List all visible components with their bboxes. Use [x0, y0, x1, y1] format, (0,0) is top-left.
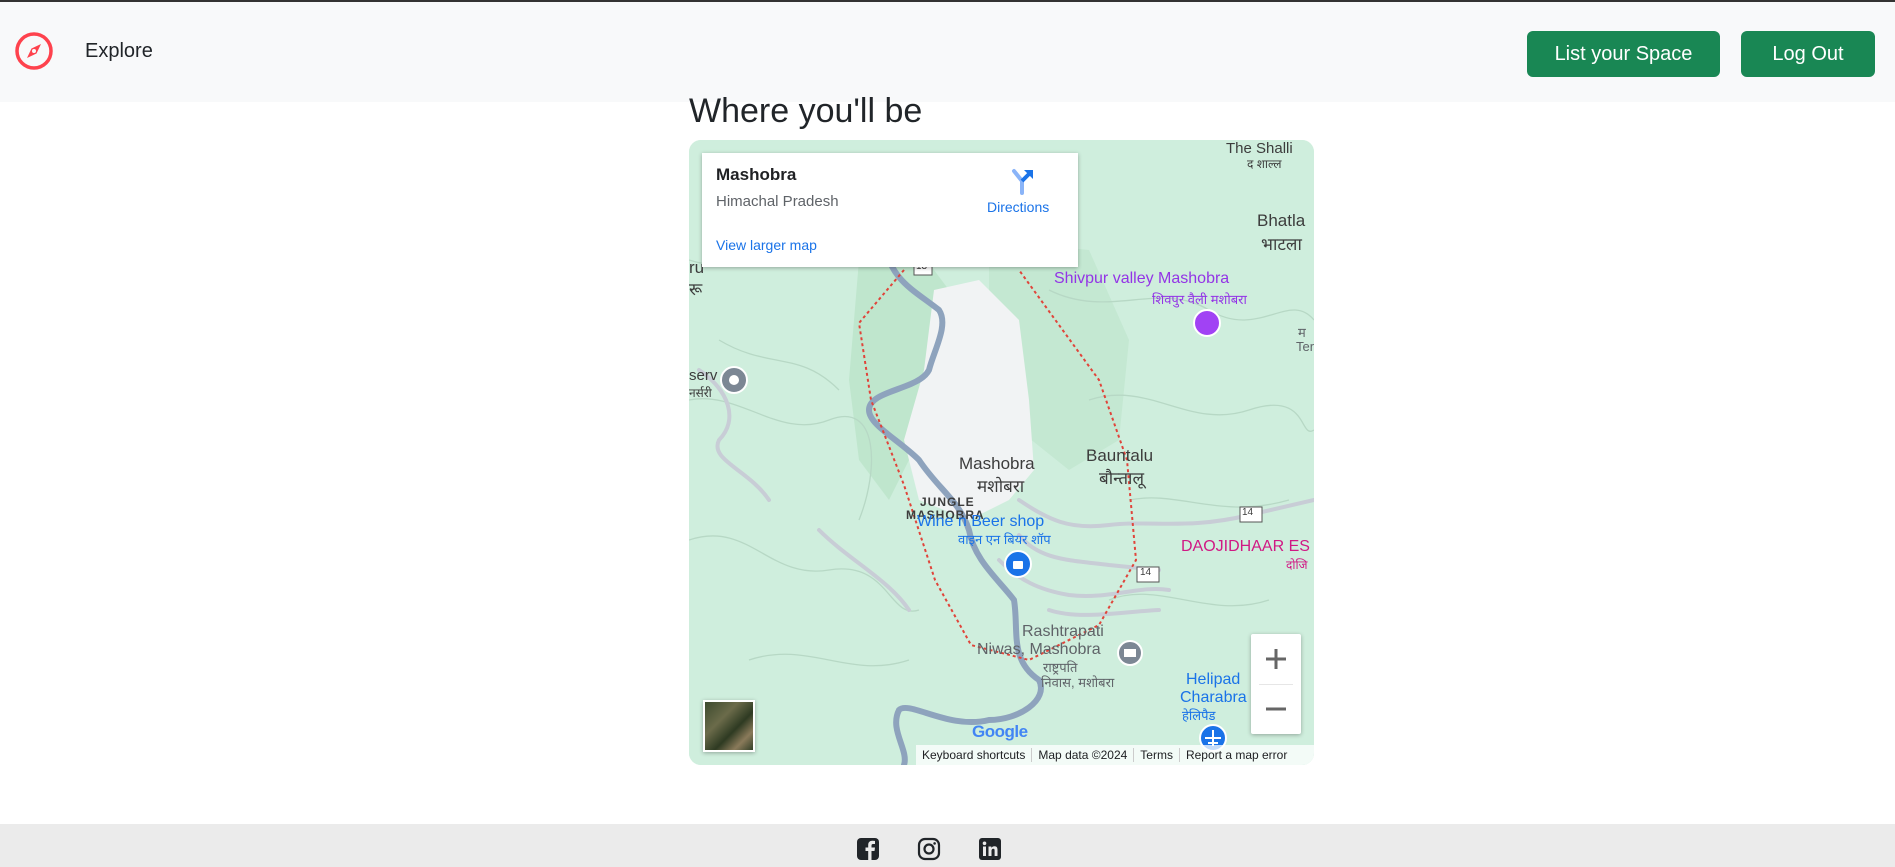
map-attribution-bar: Keyboard shortcuts Map data ©2024 Terms …	[916, 745, 1314, 765]
terms-link[interactable]: Terms	[1134, 748, 1180, 762]
list-your-space-button[interactable]: List your Space	[1527, 31, 1720, 77]
zoom-out-button[interactable]	[1251, 684, 1301, 734]
map-label: Bauntalu	[1086, 446, 1154, 465]
google-logo: Google	[972, 722, 1028, 741]
map-label: Shivpur valley Mashobra	[1054, 270, 1230, 287]
compass-icon[interactable]	[14, 31, 54, 71]
place-region: Himachal Pradesh	[716, 193, 839, 210]
map-label: Charabra	[1180, 689, 1247, 706]
linkedin-icon[interactable]	[978, 837, 1002, 861]
road-shield-label: 14	[1242, 507, 1254, 518]
map-label: रू	[689, 280, 703, 299]
section-title: Where you'll be	[689, 92, 923, 130]
map-label: Bhatla	[1257, 211, 1306, 230]
map-label: मशोबरा	[977, 477, 1025, 496]
map-label: JUNGLE	[920, 495, 975, 509]
map-label: हेलिपैड	[1182, 708, 1216, 723]
facebook-icon[interactable]	[856, 837, 880, 861]
map-label: निवास, मशोबरा	[1041, 675, 1115, 690]
nav-explore-link[interactable]: Explore	[85, 40, 153, 63]
directions-icon[interactable]	[1008, 167, 1036, 195]
map-data-text: Map data ©2024	[1032, 748, 1135, 762]
map-label: Rashtrapati	[1022, 623, 1104, 640]
instagram-icon[interactable]	[917, 837, 941, 861]
map-label: वाइन एन बियर शॉप	[958, 532, 1051, 547]
map-label: serv	[689, 367, 718, 384]
map-label: DAOJIDHAAR ES	[1181, 538, 1310, 555]
road-shield-label: 14	[1140, 567, 1152, 578]
map-label: Ter	[1296, 339, 1314, 354]
directions-link[interactable]: Directions	[987, 199, 1049, 215]
report-map-error-link[interactable]: Report a map error	[1180, 748, 1293, 762]
map-label: दोजि	[1286, 558, 1308, 572]
map-label: नर्सरी	[689, 386, 712, 400]
map-label: Helipad	[1186, 671, 1241, 688]
map-label: Wine n Beer shop	[917, 513, 1045, 530]
zoom-in-button[interactable]	[1251, 634, 1301, 684]
view-larger-map-link[interactable]: View larger map	[716, 237, 817, 253]
footer	[0, 824, 1895, 867]
map-embed[interactable]: 14 14 13 The Shalli द शाल्ल Bhatla भाटला…	[689, 140, 1314, 765]
map-label: द शाल्ल	[1247, 157, 1282, 171]
satellite-toggle-button[interactable]	[703, 700, 755, 752]
zoom-control	[1251, 634, 1301, 734]
place-name: Mashobra	[716, 165, 797, 184]
map-info-card: Mashobra Himachal Pradesh View larger ma…	[702, 153, 1078, 267]
map-label: भाटला	[1261, 235, 1302, 254]
logout-button[interactable]: Log Out	[1741, 31, 1875, 77]
map-label: Niwas, Mashobra	[977, 641, 1101, 658]
keyboard-shortcuts-link[interactable]: Keyboard shortcuts	[916, 748, 1033, 762]
map-label: Mashobra	[959, 454, 1035, 473]
navbar: Explore List your Space Log Out	[0, 2, 1895, 102]
map-label: शिवपुर वैली मशोबरा	[1152, 292, 1247, 307]
map-label: बौन्तालू	[1099, 469, 1144, 488]
